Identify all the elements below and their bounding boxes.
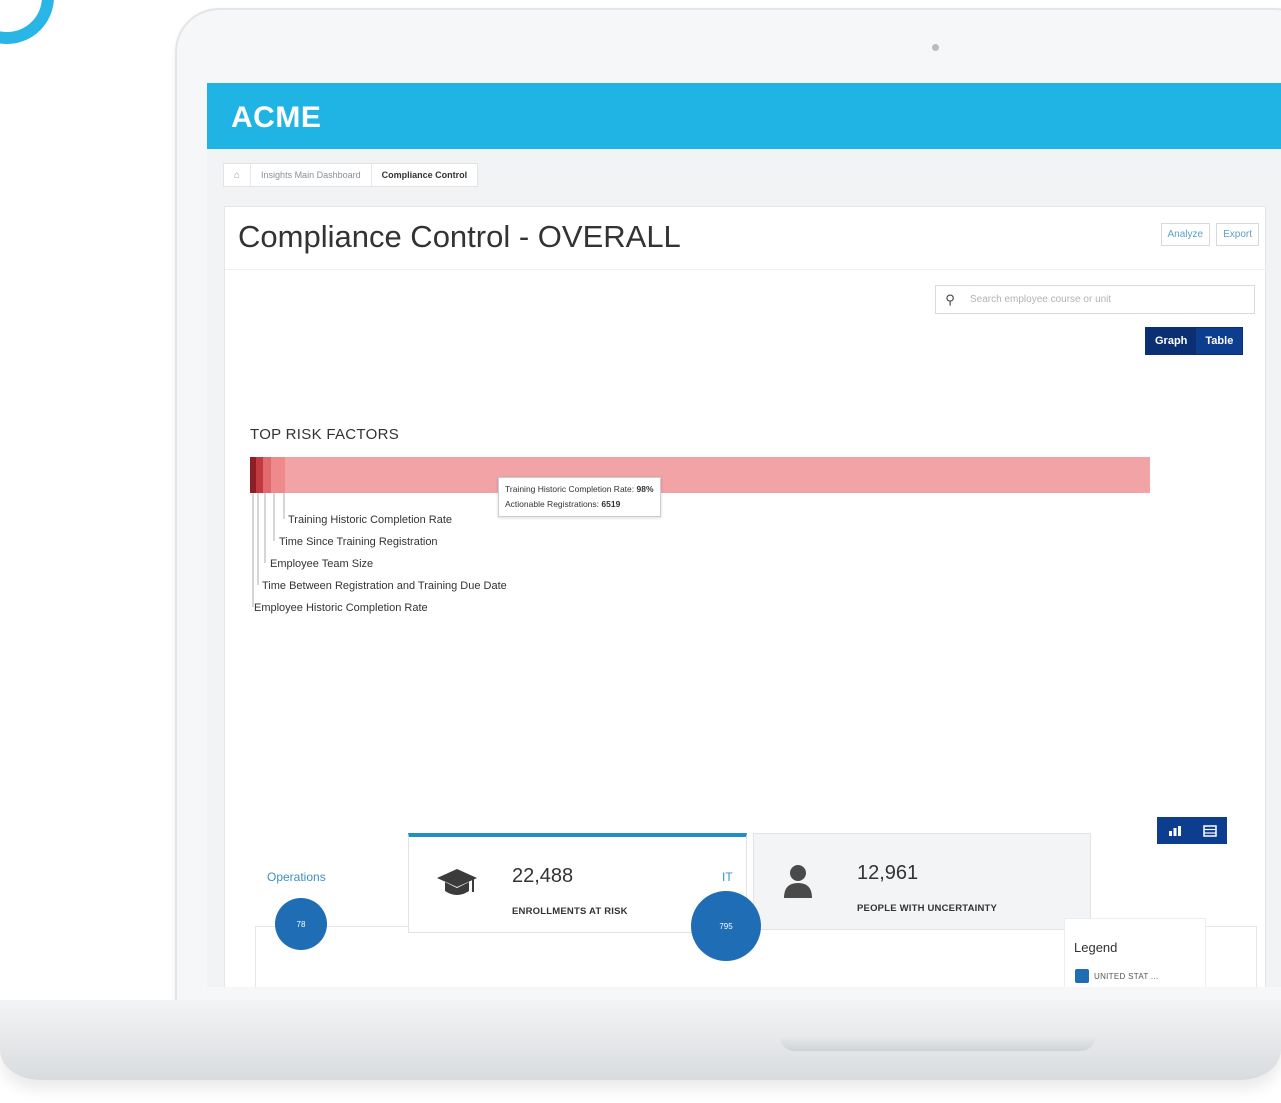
legend-title: Legend [1074, 940, 1118, 955]
legend-item[interactable]: UNITED STAT ... [1075, 969, 1159, 983]
home-icon: ⌂ [234, 169, 241, 181]
department-bubble-it[interactable]: 795 [691, 891, 761, 961]
app-header: ACME [207, 83, 1281, 149]
graduation-cap-icon [437, 869, 477, 895]
app-screen: ACME ⌂ Insights Main Dashboard Complianc… [207, 83, 1281, 987]
legend: Legend UNITED STAT ... [1064, 918, 1206, 987]
risk-bar-segment-2[interactable] [256, 457, 263, 493]
analyze-button[interactable]: Analyze [1160, 223, 1211, 246]
risk-bar-main[interactable] [250, 457, 1150, 493]
breadcrumb: ⌂ Insights Main Dashboard Compliance Con… [223, 163, 479, 187]
main-panel: Compliance Control - OVERALL Analyze Exp… [224, 206, 1266, 987]
laptop-base-notch [780, 1035, 1095, 1051]
legend-swatch [1075, 969, 1089, 983]
graph-view-button[interactable]: Graph [1146, 328, 1197, 354]
stat-value: 12,961 [857, 862, 919, 884]
search-placeholder: Search employee course or unit [970, 294, 1112, 305]
search-icon: ⚲ [945, 291, 955, 307]
breadcrumb-item-dashboard[interactable]: Insights Main Dashboard [251, 164, 372, 186]
risk-factors-chart: Training Historic Completion Rate Time S… [250, 457, 1150, 614]
risk-bar-segment-4[interactable] [271, 457, 285, 493]
breadcrumb-item-current: Compliance Control [381, 170, 468, 180]
risk-factor-label: Training Historic Completion Rate [288, 514, 452, 526]
table-view-button[interactable]: Table [1196, 328, 1242, 354]
risk-factor-label: Employee Team Size [270, 558, 373, 570]
chart-view-toggle [1157, 817, 1227, 844]
risk-factor-label: Employee Historic Completion Rate [254, 602, 428, 614]
risk-bar-segment-1[interactable] [250, 457, 256, 493]
risk-factor-label: Time Since Training Registration [279, 536, 438, 548]
page-title: Compliance Control - OVERALL [238, 219, 681, 254]
laptop-camera [932, 44, 939, 51]
search-input[interactable]: ⚲ Search employee course or unit [935, 285, 1255, 314]
stat-label: ENROLLMENTS AT RISK [512, 906, 628, 917]
risk-factor-label: Time Between Registration and Training D… [262, 580, 507, 592]
stat-label: PEOPLE WITH UNCERTAINTY [857, 903, 998, 914]
department-label-it: IT [722, 870, 733, 884]
tooltip-value: 98% [636, 484, 654, 494]
breadcrumb-home[interactable]: ⌂ [224, 164, 252, 186]
table-icon[interactable] [1202, 824, 1217, 837]
legend-item-label: UNITED STAT ... [1094, 971, 1159, 981]
graph-table-toggle: Graph Table [1145, 327, 1244, 355]
stat-value: 22,488 [512, 865, 574, 887]
person-icon [784, 865, 812, 898]
header-actions: Analyze Export [1160, 223, 1259, 246]
divider [225, 269, 1265, 270]
tooltip-label: Actionable Registrations: [505, 499, 600, 509]
export-button[interactable]: Export [1216, 223, 1259, 246]
risk-factors-heading: TOP RISK FACTORS [250, 426, 400, 443]
tooltip-value: 6519 [601, 499, 621, 509]
decorative-swoosh [0, 0, 54, 44]
risk-bar-segment-3[interactable] [263, 457, 271, 493]
risk-tooltip: Training Historic Completion Rate: 98% A… [498, 477, 661, 517]
department-label-operations: Operations [267, 870, 326, 884]
bar-chart-icon[interactable] [1168, 825, 1182, 837]
department-bubble-operations[interactable]: 78 [275, 898, 327, 950]
app-title: ACME [231, 101, 322, 134]
tab-people-with-uncertainty[interactable]: 12,961 PEOPLE WITH UNCERTAINTY [753, 833, 1091, 930]
tooltip-label: Training Historic Completion Rate: [505, 484, 635, 494]
